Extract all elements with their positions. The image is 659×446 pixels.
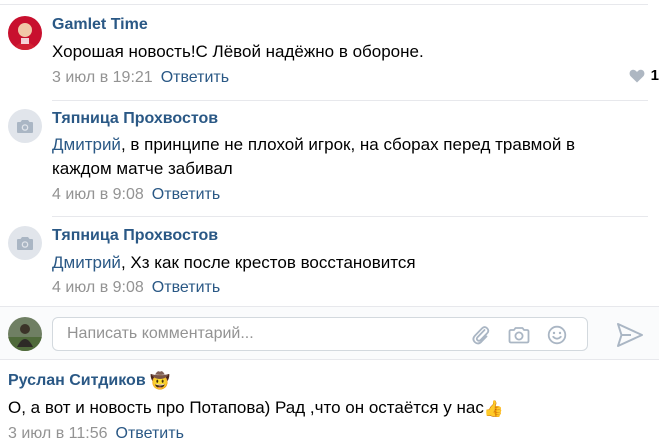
like-button[interactable]: 1 (629, 67, 659, 84)
camera-icon (17, 119, 33, 133)
comment-author[interactable]: Тяпница Прохвостов (52, 110, 218, 128)
comment-input-placeholder: Написать комментарий... (67, 325, 254, 342)
reply-button[interactable]: Ответить (161, 69, 229, 86)
my-avatar[interactable] (8, 317, 42, 351)
comment-meta: 4 июл в 9:08 Ответить (52, 279, 220, 297)
comment-composer: Написать комментарий... (0, 306, 659, 360)
divider (52, 216, 648, 217)
post-meta: 3 июл в 11:56 Ответить (8, 425, 184, 443)
mention-link[interactable]: Дмитрий (52, 253, 121, 272)
comment-author[interactable]: Тяпница Прохвостов (52, 227, 218, 245)
smile-icon (547, 325, 567, 345)
comment-text: Хорошая новость!С Лёвой надёжно в оборон… (52, 40, 424, 64)
comment-date[interactable]: 3 июл в 19:21 (52, 69, 153, 86)
cowboy-emoji-icon: 🤠 (150, 373, 171, 390)
comment-date[interactable]: 4 июл в 9:08 (52, 186, 144, 203)
comment-text-body: , в принципе не плохой игрок, на сборах … (120, 135, 576, 154)
like-count: 1 (650, 67, 659, 84)
comment-text-body: Хорошая новость!С Лёвой надёжно в оборон… (52, 42, 424, 61)
comment-meta: 3 июл в 19:21 Ответить (52, 69, 229, 87)
comment-text: Дмитрий, в принципе не плохой игрок, на … (52, 133, 575, 157)
reply-button[interactable]: Ответить (152, 279, 220, 296)
avatar[interactable] (8, 226, 42, 260)
comment-input[interactable]: Написать комментарий... (52, 317, 588, 351)
reply-button[interactable]: Ответить (152, 186, 220, 203)
post-date[interactable]: 3 июл в 11:56 (8, 425, 108, 442)
reply-button[interactable]: Ответить (116, 425, 184, 442)
post-author[interactable]: Руслан Ситдиков 🤠 (8, 372, 170, 390)
paperclip-icon (472, 326, 490, 345)
camera-icon (17, 236, 33, 250)
comment-date[interactable]: 4 июл в 9:08 (52, 279, 144, 296)
comment-text-body: , Хз как после крестов восстановится (120, 253, 416, 272)
emoji-button[interactable] (545, 324, 569, 346)
mention-link[interactable]: Дмитрий (52, 135, 121, 154)
attach-button[interactable] (469, 324, 493, 346)
comment-meta: 4 июл в 9:08 Ответить (52, 186, 220, 204)
divider (52, 100, 648, 101)
comment-text-line: каждом матче забивал (52, 157, 233, 181)
top-divider (0, 4, 648, 5)
comment-text-body: каждом матче забивал (52, 159, 233, 178)
camera-icon (508, 327, 530, 344)
post-author-name: Руслан Ситдиков (8, 372, 146, 389)
avatar-photo-icon (8, 16, 42, 50)
avatar[interactable] (8, 109, 42, 143)
post-text: О, а вот и новость про Потапова) Рад ,чт… (8, 396, 504, 420)
post-text-body: О, а вот и новость про Потапова) Рад ,чт… (8, 398, 484, 417)
thumbs-up-emoji-icon: 👍 (483, 401, 504, 418)
comment-author[interactable]: Gamlet Time (52, 16, 148, 34)
send-icon (617, 323, 643, 347)
avatar-photo-icon (8, 317, 42, 351)
heart-icon (629, 69, 645, 82)
comment-text: Дмитрий, Хз как после крестов восстанови… (52, 251, 416, 275)
avatar[interactable] (8, 16, 42, 50)
send-button[interactable] (616, 322, 644, 348)
attach-photo-button[interactable] (507, 324, 531, 346)
